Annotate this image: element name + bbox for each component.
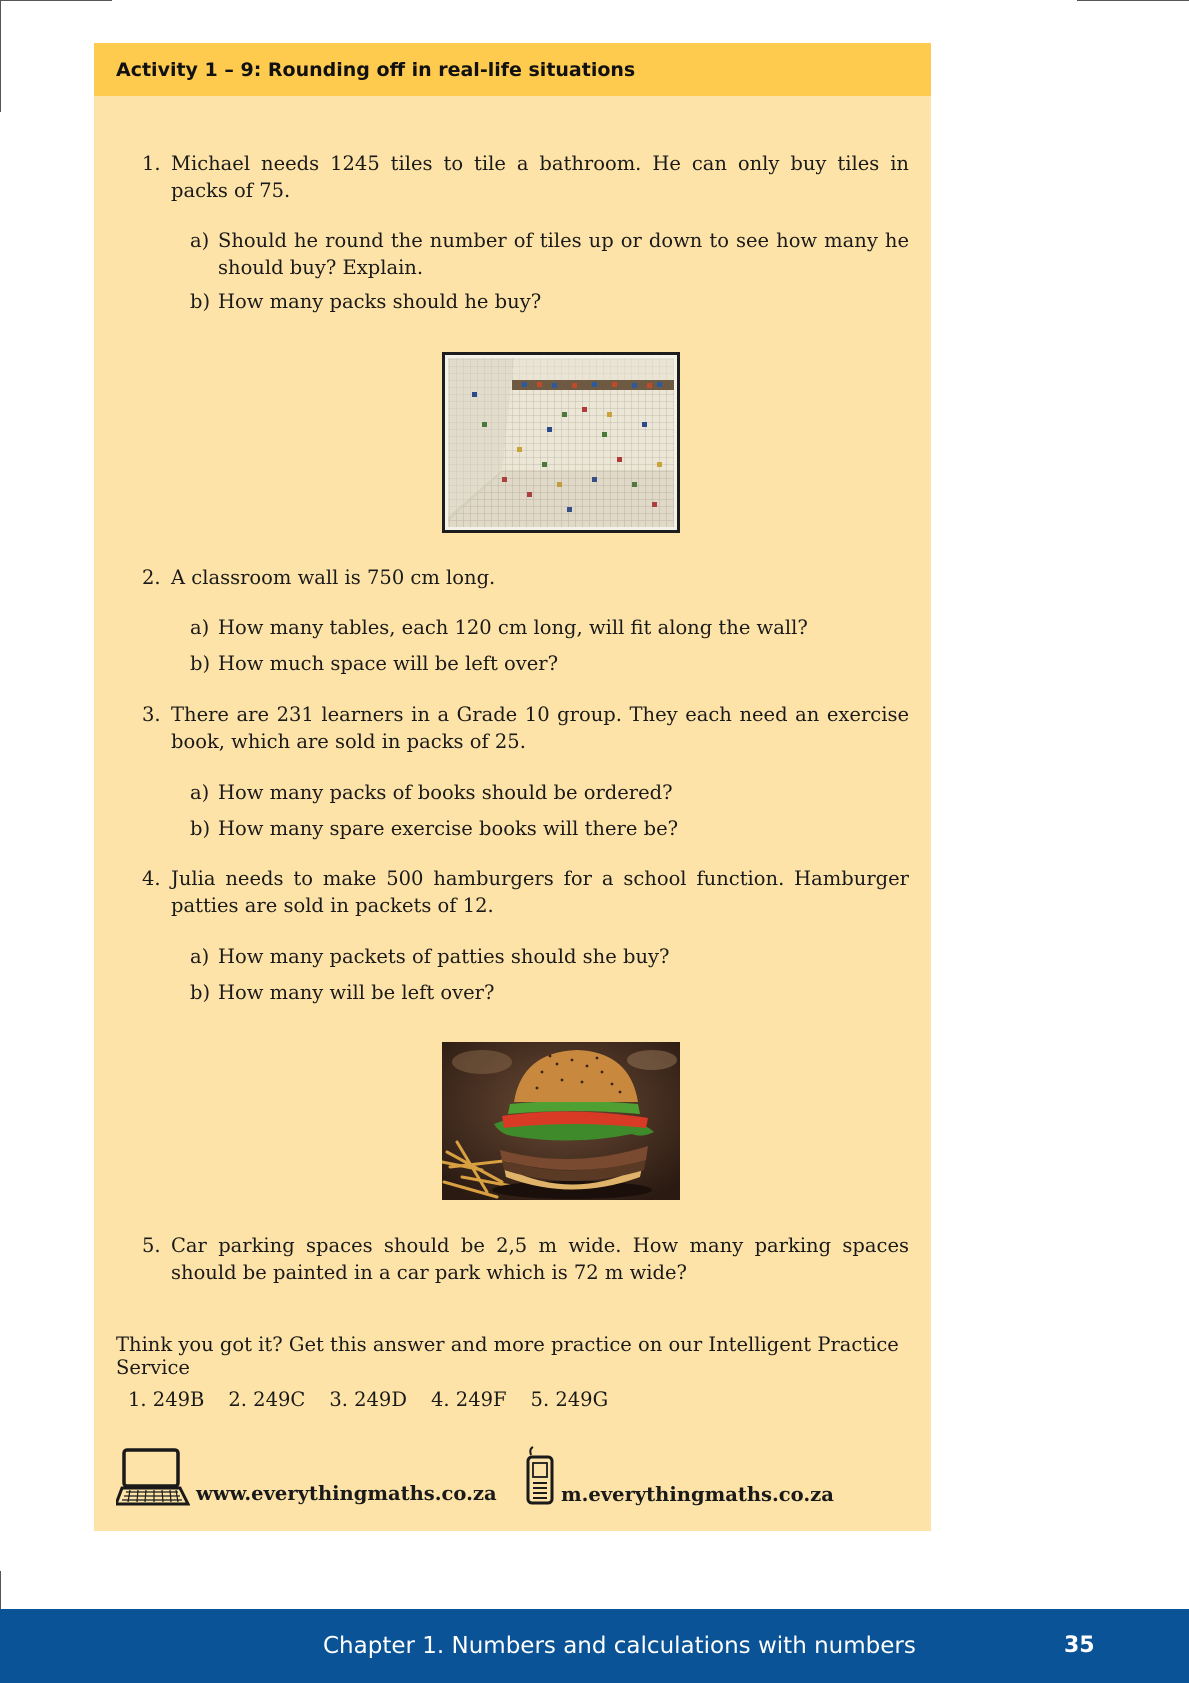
page-footer: Chapter 1. Numbers and calculations with… — [0, 1609, 1189, 1683]
question-number: 5. — [142, 1234, 161, 1257]
question-text: Julia needs to make 500 hamburgers for a… — [171, 867, 909, 917]
question-4a: a) How many packets of patties should sh… — [190, 943, 909, 970]
question-1b: b) How many packs should he buy? — [190, 288, 909, 315]
question-number: 4. — [142, 867, 161, 890]
activity-title: Activity 1 – 9: Rounding off in real-lif… — [94, 43, 931, 96]
mobile-phone-icon — [526, 1446, 554, 1505]
web-url[interactable]: www.everythingmaths.co.za — [196, 1484, 497, 1506]
bathroom-tiles-photo — [442, 352, 680, 533]
question-3a: a) How many packs of books should be ord… — [190, 779, 909, 806]
question-number: 2. — [142, 566, 161, 589]
question-3b: b) How many spare exercise books will th… — [190, 815, 909, 842]
practice-code: 3. 249D — [329, 1388, 407, 1411]
part-text: How many packs should he buy? — [218, 290, 542, 313]
mobile-link[interactable]: m.everythingmaths.co.za — [525, 1445, 834, 1507]
activity-box: Activity 1 – 9: Rounding off in real-lif… — [94, 43, 931, 1531]
question-3: 3. There are 231 learners in a Grade 10 … — [142, 701, 909, 755]
question-1a: a) Should he round the number of tiles u… — [190, 227, 909, 281]
mobile-url[interactable]: m.everythingmaths.co.za — [561, 1485, 834, 1507]
part-text: How many spare exercise books will there… — [218, 817, 679, 840]
part-text: Should he round the number of tiles up o… — [218, 229, 909, 279]
question-text: Car parking spaces should be 2,5 m wide.… — [171, 1234, 909, 1284]
part-label: a) — [190, 616, 210, 639]
question-5: 5. Car parking spaces should be 2,5 m wi… — [142, 1232, 909, 1286]
question-2a: a) How many tables, each 120 cm long, wi… — [190, 614, 909, 641]
chapter-title: Chapter 1. Numbers and calculations with… — [323, 1633, 916, 1659]
practice-code: 1. 249B — [128, 1388, 205, 1411]
question-2: 2. A classroom wall is 750 cm long. — [142, 564, 909, 591]
practice-codes: 1. 249B 2. 249C 3. 249D 4. 249F 5. 249G — [128, 1388, 608, 1411]
crop-mark — [0, 0, 1, 112]
laptop-icon — [116, 1448, 190, 1506]
practice-code: 2. 249C — [228, 1388, 306, 1411]
crop-mark — [1077, 0, 1189, 1]
question-4b: b) How many will be left over? — [190, 979, 909, 1006]
crop-mark — [0, 1571, 1, 1609]
part-text: How many packets of patties should she b… — [218, 945, 670, 968]
part-text: How many tables, each 120 cm long, will … — [218, 616, 808, 639]
part-label: b) — [190, 290, 211, 313]
question-text: There are 231 learners in a Grade 10 gro… — [171, 703, 909, 753]
practice-prompt: Think you got it? Get this answer and mo… — [116, 1333, 899, 1379]
part-label: a) — [190, 781, 210, 804]
crop-mark — [0, 0, 112, 1]
part-label: b) — [190, 981, 211, 1004]
question-number: 3. — [142, 703, 161, 726]
question-1: 1. Michael needs 1245 tiles to tile a ba… — [142, 150, 909, 204]
part-label: a) — [190, 945, 210, 968]
part-text: How much space will be left over? — [218, 652, 559, 675]
hamburger-photo — [442, 1042, 680, 1200]
practice-code: 4. 249F — [430, 1388, 507, 1411]
part-text: How many packs of books should be ordere… — [218, 781, 673, 804]
question-4: 4. Julia needs to make 500 hamburgers fo… — [142, 865, 909, 919]
question-number: 1. — [142, 152, 161, 175]
part-label: a) — [190, 229, 210, 252]
part-label: b) — [190, 652, 211, 675]
question-2b: b) How much space will be left over? — [190, 650, 909, 677]
question-text: Michael needs 1245 tiles to tile a bathr… — [171, 152, 909, 202]
part-label: b) — [190, 817, 211, 840]
part-text: How many will be left over? — [218, 981, 495, 1004]
question-text: A classroom wall is 750 cm long. — [171, 566, 496, 589]
page-number: 35 — [1064, 1633, 1095, 1658]
web-link[interactable]: www.everythingmaths.co.za — [116, 1448, 497, 1506]
practice-code: 5. 249G — [530, 1388, 609, 1411]
